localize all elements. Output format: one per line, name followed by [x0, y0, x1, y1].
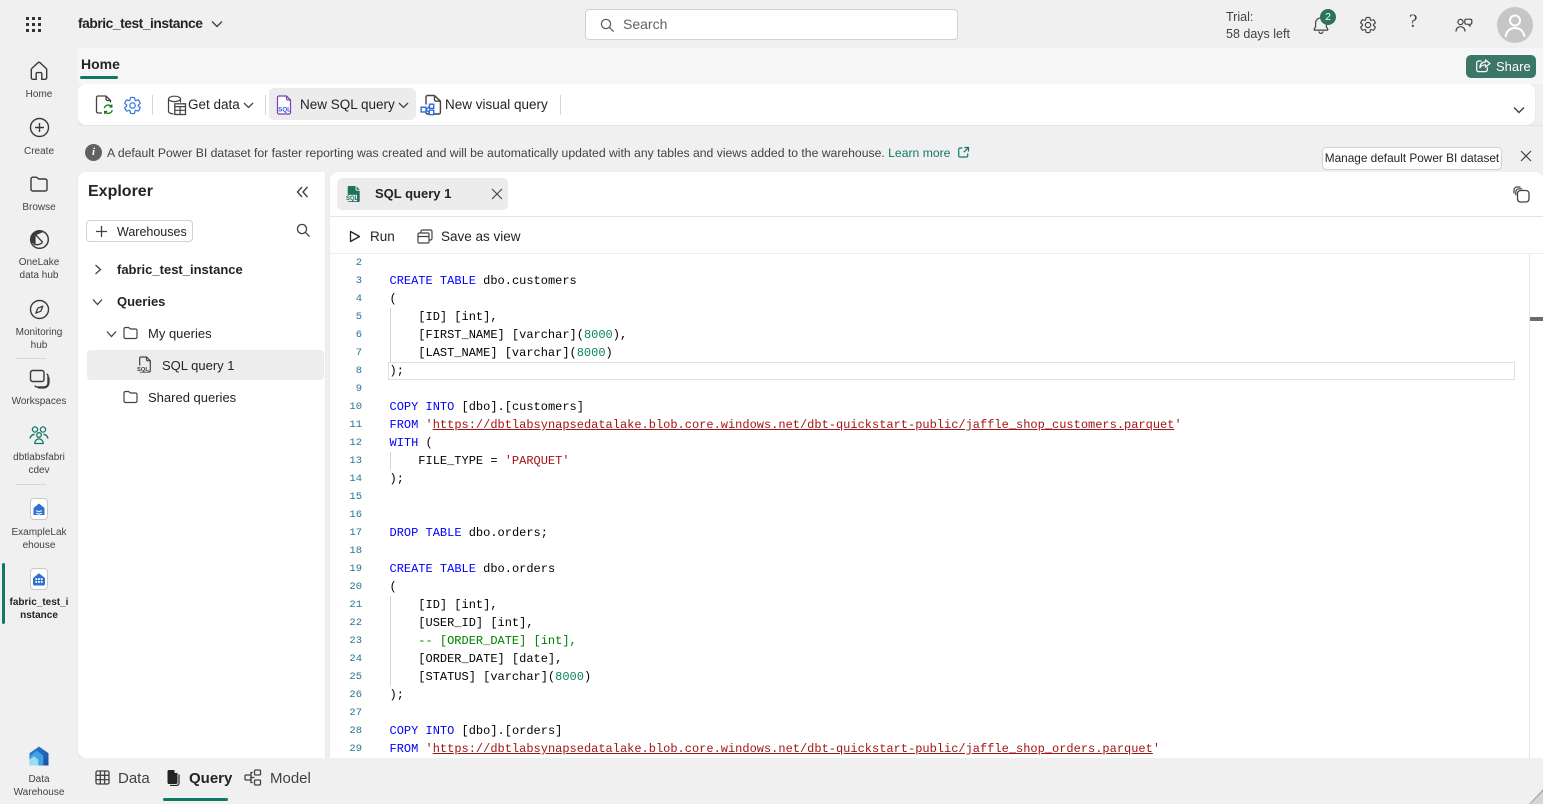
svg-text:SQL: SQL	[278, 107, 291, 114]
svg-text:SQL: SQL	[137, 367, 149, 373]
